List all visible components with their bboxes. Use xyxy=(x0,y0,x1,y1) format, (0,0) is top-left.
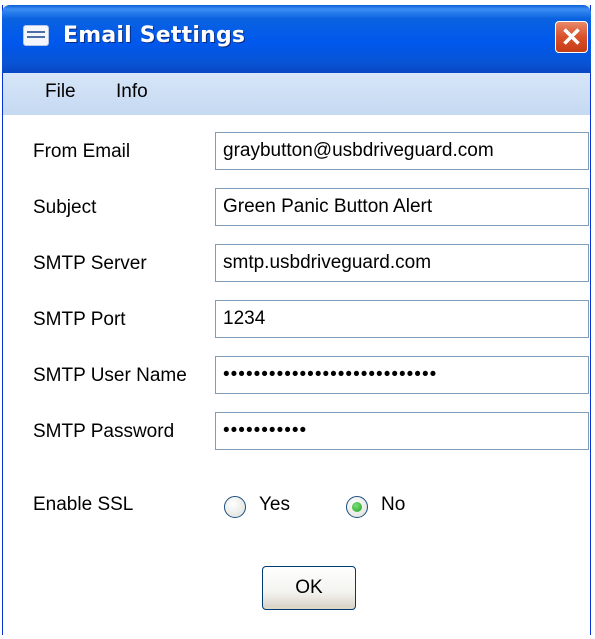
title-bar[interactable]: Email Settings ✕ xyxy=(2,5,591,73)
from-email-label: From Email xyxy=(33,141,131,162)
enable-ssl-label: Enable SSL xyxy=(33,494,134,515)
ssl-no-label: No xyxy=(381,494,406,515)
from-email-input[interactable]: graybutton@usbdriveguard.com xyxy=(215,132,589,170)
close-icon: ✕ xyxy=(560,22,583,52)
smtp-port-label: SMTP Port xyxy=(33,309,126,330)
window-title: Email Settings xyxy=(63,23,246,48)
menu-bar: File Info xyxy=(3,73,590,115)
ssl-yes-label: Yes xyxy=(259,494,290,515)
subject-label: Subject xyxy=(33,197,97,218)
ssl-yes-radio[interactable] xyxy=(224,496,246,518)
settings-form: From Email graybutton@usbdriveguard.com … xyxy=(3,115,590,635)
smtp-port-input[interactable]: 1234 xyxy=(215,300,589,338)
ssl-no-radio[interactable] xyxy=(346,496,368,518)
smtp-user-name-label: SMTP User Name xyxy=(33,365,187,386)
smtp-server-input[interactable]: smtp.usbdriveguard.com xyxy=(215,244,589,282)
smtp-server-label: SMTP Server xyxy=(33,253,147,274)
menu-info[interactable]: Info xyxy=(116,81,148,103)
smtp-password-label: SMTP Password xyxy=(33,421,175,442)
menu-file[interactable]: File xyxy=(45,81,76,103)
subject-input[interactable]: Green Panic Button Alert xyxy=(215,188,589,226)
envelope-icon xyxy=(23,25,49,46)
smtp-user-name-input[interactable]: •••••••••••••••••••••••••••• xyxy=(215,356,589,394)
close-button[interactable]: ✕ xyxy=(555,21,588,53)
email-settings-window: Email Settings ✕ File Info From Email gr… xyxy=(2,5,591,635)
smtp-password-input[interactable]: ••••••••••• xyxy=(215,412,589,450)
ok-button[interactable]: OK xyxy=(262,566,356,610)
